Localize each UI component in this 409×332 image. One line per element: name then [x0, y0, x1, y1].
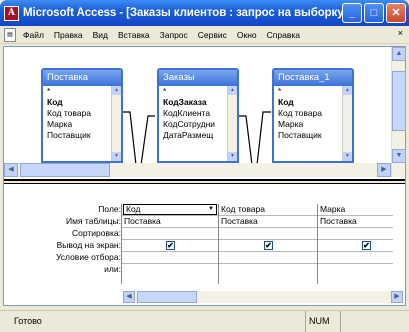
- table-title[interactable]: Поставка_1: [274, 70, 352, 86]
- grid-line: [121, 239, 393, 240]
- chevron-down-icon[interactable]: ▼: [206, 204, 216, 214]
- table-cell-col2[interactable]: Поставка: [221, 216, 316, 226]
- show-checkbox-col3[interactable]: ✔: [362, 241, 371, 250]
- scroll-down-icon[interactable]: ▼: [392, 149, 406, 163]
- row-label-table: Имя таблицы:: [66, 216, 121, 226]
- table-postavka-1[interactable]: Поставка_1 * Код Код товара Марка Постав…: [272, 68, 354, 163]
- document-close-icon[interactable]: ×: [398, 28, 403, 38]
- field-select-col1[interactable]: Код: [123, 204, 217, 215]
- row-label-show: Вывод на экран:: [56, 240, 121, 250]
- table-pane: Поставка * Код Код товара Марка Поставщи…: [4, 47, 406, 177]
- field-value: Код: [126, 204, 141, 214]
- menu-tools[interactable]: Сервис: [193, 30, 232, 40]
- menu-window[interactable]: Окно: [232, 30, 262, 40]
- table-pane-horizontal-scrollbar[interactable]: ◀ ▶: [4, 163, 391, 177]
- field-cell-col3[interactable]: Марка: [320, 204, 393, 214]
- scroll-down-icon[interactable]: ▼: [112, 152, 121, 161]
- field-cell-col2[interactable]: Код товара: [221, 204, 316, 214]
- field-item[interactable]: КодКлиента: [159, 108, 237, 119]
- row-label-field: Поле:: [98, 204, 121, 214]
- scroll-up-icon[interactable]: ▲: [228, 86, 237, 95]
- scroll-down-icon[interactable]: ▼: [343, 152, 352, 161]
- row-label-or: или:: [104, 264, 121, 274]
- table-cell-col3[interactable]: Поставка: [320, 216, 393, 226]
- field-item[interactable]: *: [274, 86, 352, 97]
- column-divider[interactable]: [218, 204, 219, 284]
- maximize-button[interactable]: □: [364, 3, 384, 23]
- field-item[interactable]: Код: [43, 97, 121, 108]
- scroll-down-icon[interactable]: ▼: [228, 152, 237, 161]
- grid-line: [121, 227, 393, 228]
- field-list-scrollbar[interactable]: ▲ ▼: [111, 86, 121, 161]
- table-title[interactable]: Поставка: [43, 70, 121, 86]
- menu-help[interactable]: Справка: [262, 30, 305, 40]
- field-item[interactable]: Поставщик: [274, 130, 352, 141]
- join-line-2[interactable]: [238, 111, 271, 166]
- row-label-sort: Сортировка:: [71, 228, 121, 238]
- status-text: Готово: [14, 316, 42, 326]
- query-grid: Поле: Имя таблицы: Сортировка: Вывод на …: [4, 186, 405, 305]
- query-design-window: Поставка * Код Код товара Марка Поставщи…: [3, 46, 406, 306]
- num-lock-indicator: NUM: [309, 316, 330, 326]
- field-list-scrollbar[interactable]: ▲ ▼: [227, 86, 237, 161]
- column-divider[interactable]: [317, 204, 318, 284]
- title-bar[interactable]: Ä Microsoft Access - [Заказы клиентов : …: [0, 0, 409, 26]
- field-item[interactable]: Поставщик: [43, 130, 121, 141]
- scroll-thumb[interactable]: [137, 291, 197, 303]
- field-item[interactable]: Код: [274, 97, 352, 108]
- table-postavka[interactable]: Поставка * Код Код товара Марка Поставщи…: [41, 68, 123, 163]
- status-divider: [340, 311, 341, 332]
- status-bar: Готово NUM: [0, 310, 409, 332]
- field-list-scrollbar[interactable]: ▲ ▼: [342, 86, 352, 161]
- show-checkbox-col2[interactable]: ✔: [264, 241, 273, 250]
- scroll-thumb[interactable]: [392, 71, 406, 131]
- field-item[interactable]: ДатаРазмещ: [159, 130, 237, 141]
- join-line-1[interactable]: [123, 111, 155, 166]
- scroll-left-icon[interactable]: ◀: [123, 291, 135, 303]
- menu-bar: ▤ Файл Правка Вид Вставка Запрос Сервис …: [0, 26, 409, 44]
- row-label-criteria: Условие отбора:: [55, 252, 121, 262]
- document-icon[interactable]: ▤: [4, 27, 16, 42]
- field-item[interactable]: *: [159, 86, 237, 97]
- status-divider: [305, 311, 306, 332]
- grid-horizontal-scrollbar[interactable]: ◀ ▶: [123, 291, 403, 303]
- scroll-up-icon[interactable]: ▲: [112, 86, 121, 95]
- grid-line: [121, 251, 393, 252]
- menu-file[interactable]: Файл: [18, 30, 49, 40]
- field-item[interactable]: Марка: [274, 119, 352, 130]
- field-item[interactable]: Марка: [43, 119, 121, 130]
- table-cell-col1[interactable]: Поставка: [124, 216, 216, 226]
- field-item[interactable]: *: [43, 86, 121, 97]
- field-item[interactable]: Код товара: [43, 108, 121, 119]
- pane-splitter[interactable]: [4, 179, 405, 184]
- menu-view[interactable]: Вид: [88, 30, 113, 40]
- scroll-left-icon[interactable]: ◀: [4, 163, 18, 177]
- scroll-right-icon[interactable]: ▶: [391, 291, 403, 303]
- field-item[interactable]: Код товара: [274, 108, 352, 119]
- table-pane-vertical-scrollbar[interactable]: ▲ ▼: [391, 47, 406, 177]
- scroll-thumb[interactable]: [20, 163, 110, 177]
- scroll-right-icon[interactable]: ▶: [377, 163, 391, 177]
- table-zakazy[interactable]: Заказы * КодЗаказа КодКлиента КодСотрудн…: [157, 68, 239, 163]
- field-item[interactable]: КодЗаказа: [159, 97, 237, 108]
- scroll-up-icon[interactable]: ▲: [343, 86, 352, 95]
- menu-insert[interactable]: Вставка: [113, 30, 155, 40]
- table-title[interactable]: Заказы: [159, 70, 237, 86]
- grid-line: [121, 263, 393, 264]
- minimize-button[interactable]: _: [342, 3, 362, 23]
- menu-edit[interactable]: Правка: [49, 30, 88, 40]
- menu-query[interactable]: Запрос: [155, 30, 193, 40]
- window-title: Microsoft Access - [Заказы клиентов : за…: [23, 7, 348, 19]
- show-checkbox-col1[interactable]: ✔: [166, 241, 175, 250]
- column-divider[interactable]: [121, 204, 122, 284]
- scroll-up-icon[interactable]: ▲: [392, 47, 406, 61]
- field-item[interactable]: КодСотрудни: [159, 119, 237, 130]
- access-app-icon[interactable]: Ä: [4, 5, 19, 21]
- close-button[interactable]: ✕: [386, 3, 406, 23]
